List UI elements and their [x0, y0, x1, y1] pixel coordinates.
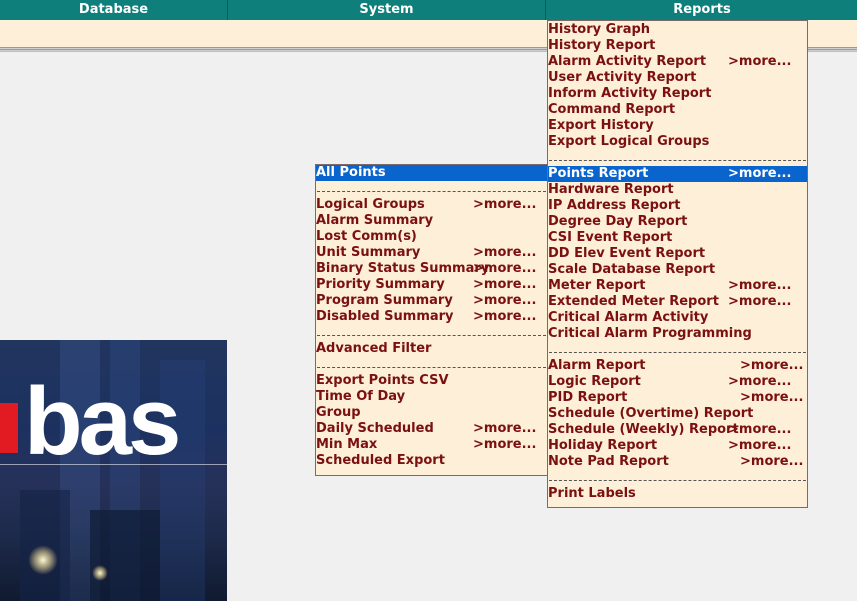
menu-item-schedule-weekly-report[interactable]: Schedule (Weekly) Report >more... — [548, 422, 807, 438]
menu-item-meter-report[interactable]: Meter Report >more... — [548, 278, 807, 294]
menu-item-alarm-report[interactable]: Alarm Report >more... — [548, 358, 807, 374]
menu-separator — [317, 367, 546, 368]
menu-item-scheduled-export[interactable]: Scheduled Export — [316, 453, 547, 469]
menu-item-degree-day-report[interactable]: Degree Day Report — [548, 214, 807, 230]
menu-separator — [549, 480, 806, 481]
menu-item-all-points[interactable]: All Points — [316, 165, 547, 181]
logo-image: bas — [0, 340, 227, 601]
menu-item-unit-summary[interactable]: Unit Summary >more... — [316, 245, 547, 261]
menu-item-daily-scheduled[interactable]: Daily Scheduled >more... — [316, 421, 547, 437]
menu-item-advanced-filter[interactable]: Advanced Filter — [316, 341, 547, 357]
menu-system[interactable]: System — [228, 0, 546, 20]
menu-item-ip-address-report[interactable]: IP Address Report — [548, 198, 807, 214]
menu-item-binary-status-summary[interactable]: Binary Status Summary >more... — [316, 261, 547, 277]
menu-database[interactable]: Database — [0, 0, 228, 20]
menu-item-points-report[interactable]: Points Report >more... — [548, 166, 807, 182]
menu-separator — [317, 335, 546, 336]
menu-item-group[interactable]: Group — [316, 405, 547, 421]
menu-item-logic-report[interactable]: Logic Report >more... — [548, 374, 807, 390]
menu-item-history-graph[interactable]: History Graph — [548, 22, 807, 38]
menu-item-critical-alarm-activity[interactable]: Critical Alarm Activity — [548, 310, 807, 326]
menu-item-export-points-csv[interactable]: Export Points CSV — [316, 373, 547, 389]
menu-item-critical-alarm-programming[interactable]: Critical Alarm Programming — [548, 326, 807, 342]
menubar: Database System Reports — [0, 0, 857, 20]
menu-item-holiday-report[interactable]: Holiday Report >more... — [548, 438, 807, 454]
menu-item-hardware-report[interactable]: Hardware Report — [548, 182, 807, 198]
menu-item-alarm-activity-report[interactable]: Alarm Activity Report >more... — [548, 54, 807, 70]
menu-item-disabled-summary[interactable]: Disabled Summary >more... — [316, 309, 547, 325]
menu-item-priority-summary[interactable]: Priority Summary >more... — [316, 277, 547, 293]
menu-item-scale-database-report[interactable]: Scale Database Report — [548, 262, 807, 278]
menu-item-schedule-overtime-report[interactable]: Schedule (Overtime) Report — [548, 406, 807, 422]
menu-item-program-summary[interactable]: Program Summary >more... — [316, 293, 547, 309]
menu-item-min-max[interactable]: Min Max >more... — [316, 437, 547, 453]
menu-item-note-pad-report[interactable]: Note Pad Report >more... — [548, 454, 807, 470]
menu-item-inform-activity-report[interactable]: Inform Activity Report — [548, 86, 807, 102]
menu-item-logical-groups[interactable]: Logical Groups >more... — [316, 197, 547, 213]
logo-divider — [0, 464, 227, 465]
menu-separator — [317, 191, 546, 192]
menu-item-user-activity-report[interactable]: User Activity Report — [548, 70, 807, 86]
menu-item-extended-meter-report[interactable]: Extended Meter Report >more... — [548, 294, 807, 310]
menu-item-csi-event-report[interactable]: CSI Event Report — [548, 230, 807, 246]
reports-dropdown-menu: History Graph History Report Alarm Activ… — [547, 20, 808, 508]
menu-item-alarm-summary[interactable]: Alarm Summary — [316, 213, 547, 229]
menu-item-pid-report[interactable]: PID Report >more... — [548, 390, 807, 406]
menu-item-export-history[interactable]: Export History — [548, 118, 807, 134]
logo-red-bar — [0, 403, 18, 453]
system-dropdown-menu: All Points Logical Groups >more... Alarm… — [315, 164, 548, 476]
menu-reports[interactable]: Reports — [547, 0, 857, 20]
menu-separator — [549, 352, 806, 353]
menu-item-dd-elev-event-report[interactable]: DD Elev Event Report — [548, 246, 807, 262]
menu-item-lost-comms[interactable]: Lost Comm(s) — [316, 229, 547, 245]
menu-item-command-report[interactable]: Command Report — [548, 102, 807, 118]
menu-item-time-of-day[interactable]: Time Of Day — [316, 389, 547, 405]
logo-text: bas — [24, 368, 181, 475]
menu-item-export-logical-groups[interactable]: Export Logical Groups — [548, 134, 807, 150]
menu-item-history-report[interactable]: History Report — [548, 38, 807, 54]
menu-item-print-labels[interactable]: Print Labels — [548, 486, 807, 502]
menu-separator — [549, 160, 806, 161]
